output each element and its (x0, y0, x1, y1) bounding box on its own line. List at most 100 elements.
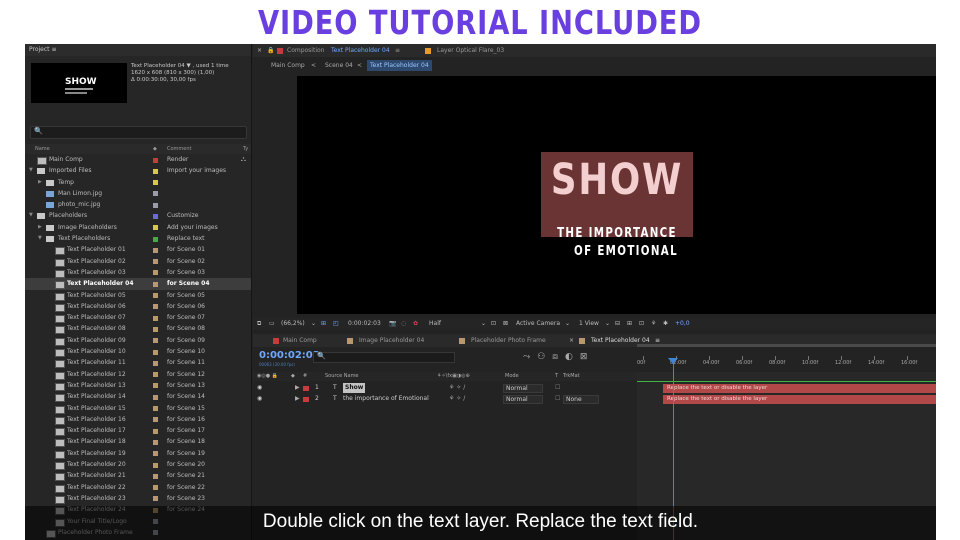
project-panel-title[interactable]: Project ≡ (25, 44, 251, 56)
transparency-icon[interactable]: ⊠ (503, 318, 508, 330)
project-item[interactable]: Text Placeholder 07 for Scene 07 (25, 312, 251, 324)
project-item[interactable]: Text Placeholder 23 for Scene 23 (25, 493, 251, 504)
column-source-name[interactable]: Source Name (325, 372, 359, 381)
twirl-open-icon[interactable]: ▼ (38, 233, 42, 244)
mask-icon[interactable]: ◰ (333, 318, 339, 330)
label-color-swatch[interactable] (153, 225, 158, 231)
layer-duration-bar[interactable]: Replace the text or disable the layer (663, 383, 936, 393)
preserve-transparency-checkbox[interactable]: ☐ (555, 394, 560, 404)
label-color-swatch[interactable] (153, 202, 158, 208)
timeline-tab[interactable]: Main Comp (283, 334, 317, 347)
visibility-eye-icon[interactable]: ◉ (257, 383, 262, 393)
label-color-swatch[interactable] (153, 406, 158, 412)
zoom-dropdown[interactable]: (66,2%) (281, 318, 305, 330)
label-color-swatch[interactable] (153, 168, 158, 174)
layer-label-color[interactable] (303, 396, 309, 402)
close-icon[interactable]: × (257, 44, 262, 57)
label-color-swatch[interactable] (153, 157, 158, 163)
breadcrumb-item-active[interactable]: Text Placeholder 04 (367, 60, 432, 71)
toggle-icon[interactable]: ⊟ (615, 318, 620, 330)
label-color-swatch[interactable] (153, 293, 158, 299)
preserve-transparency-checkbox[interactable]: ☐ (555, 383, 560, 393)
chevron-down-icon[interactable]: ⌄ (605, 318, 610, 330)
exposure-value[interactable]: +0,0 (675, 318, 690, 330)
label-color-swatch[interactable] (153, 247, 158, 253)
project-item[interactable]: ▼ Text Placeholders Replace text (25, 233, 251, 244)
graph-editor-icon[interactable]: ⊠ (580, 352, 595, 362)
label-color-swatch[interactable] (153, 236, 158, 242)
project-item[interactable]: Text Placeholder 18 for Scene 18 (25, 436, 251, 448)
label-color-swatch[interactable] (153, 462, 158, 468)
breadcrumb-item[interactable]: Scene 04 (325, 60, 353, 71)
grid-icon[interactable]: ⊞ (321, 318, 326, 330)
timeline-timecode[interactable]: 0:00:02:03 (259, 350, 320, 361)
column-mode[interactable]: Mode (505, 372, 519, 381)
project-item[interactable]: Text Placeholder 19 for Scene 19 (25, 448, 251, 459)
views-dropdown[interactable]: 1 View (579, 318, 599, 330)
label-color-swatch[interactable] (153, 180, 158, 186)
project-item[interactable]: Main Comp Render ⛬ (25, 154, 251, 165)
chevron-down-icon[interactable]: ⌄ (565, 318, 570, 330)
project-item[interactable]: Text Placeholder 12 for Scene 12 (25, 369, 251, 380)
layer-label-color[interactable] (303, 385, 309, 391)
label-color-swatch[interactable] (153, 360, 158, 366)
project-item[interactable]: Text Placeholder 02 for Scene 02 (25, 256, 251, 267)
panel-menu-icon[interactable]: ≡ (51, 46, 56, 53)
timeline-tab[interactable]: Placeholder Photo Frame (471, 334, 546, 347)
twirl-closed-icon[interactable]: ▶ (295, 383, 300, 393)
label-color-swatch[interactable] (153, 428, 158, 434)
label-color-swatch[interactable] (153, 259, 158, 265)
project-item[interactable]: Text Placeholder 10 for Scene 10 (25, 346, 251, 358)
chevron-down-icon[interactable]: ⌄ (311, 318, 316, 330)
project-item[interactable]: Text Placeholder 22 for Scene 22 (25, 482, 251, 493)
chevron-down-icon[interactable]: ⌄ (481, 318, 486, 330)
always-preview-icon[interactable]: ⧉ (257, 318, 261, 330)
resolution-dropdown[interactable]: Half (429, 318, 441, 330)
project-search-input[interactable]: 🔍 (30, 126, 247, 139)
label-color-swatch[interactable] (153, 496, 158, 502)
label-color-swatch[interactable] (153, 191, 158, 197)
canvas-subtitle-line1[interactable]: THE IMPORTANCE (550, 226, 684, 241)
column-type[interactable]: Ty (243, 144, 248, 154)
layer-duration-bar[interactable]: Replace the text or disable the layer (663, 394, 936, 404)
label-color-swatch[interactable] (153, 485, 158, 491)
project-item[interactable]: Text Placeholder 05 for Scene 05 (25, 290, 251, 301)
flowchart-icon[interactable]: ⛬ (241, 154, 246, 165)
tab-composition-prefix[interactable]: Composition (287, 44, 324, 57)
work-area-bar[interactable] (637, 344, 936, 347)
project-item[interactable]: Text Placeholder 17 for Scene 17 (25, 425, 251, 437)
visibility-eye-icon[interactable]: ◉ (257, 394, 262, 404)
viewer-timecode[interactable]: 0:00:02:03 (348, 318, 381, 330)
time-ruler[interactable]: 00f 02:00f 04:00f 06:00f 08:00f 10:00f 12:00f 1… (637, 350, 936, 370)
canvas-subtitle-line2[interactable]: OF EMOTIONAL (567, 244, 685, 259)
project-item[interactable]: Text Placeholder 20 for Scene 20 (25, 459, 251, 471)
twirl-open-icon[interactable]: ▼ (29, 210, 33, 221)
color-channel-icon[interactable]: ✿ (413, 318, 418, 330)
layer-name[interactable]: Show (343, 383, 366, 393)
camera-dropdown[interactable]: Active Camera (516, 318, 560, 330)
project-item[interactable]: ▼ Placeholders Customize (25, 210, 251, 221)
column-name[interactable]: Name (35, 144, 50, 154)
label-color-swatch[interactable] (153, 270, 158, 276)
project-item[interactable]: Text Placeholder 09 for Scene 09 (25, 335, 251, 346)
channel-icon[interactable]: ◌ (401, 318, 406, 330)
twirl-closed-icon[interactable]: ▶ (38, 222, 42, 233)
tab-menu-icon[interactable]: ≡ (395, 44, 400, 57)
project-item[interactable]: ▶ Image Placeholders Add your images (25, 222, 251, 233)
exposure-icon[interactable]: ✱ (663, 318, 668, 330)
av-switches-icon[interactable]: ◉◎● 🔒 (257, 372, 278, 381)
label-color-swatch[interactable] (153, 315, 158, 321)
label-color-swatch[interactable] (153, 304, 158, 310)
label-color-swatch[interactable] (153, 417, 158, 423)
layer-name[interactable]: the importance of Emotional (343, 394, 429, 404)
breadcrumb-item[interactable]: Main Comp (271, 60, 305, 71)
frame-blend-icon[interactable]: ⧈ (552, 352, 565, 362)
timeline-layer-row[interactable]: ◉ ▶ 1 T Show ⚘ ✧ / Normal ☐ (253, 383, 637, 393)
label-color-swatch[interactable] (153, 349, 158, 355)
label-color-swatch[interactable] (153, 281, 158, 287)
twirl-closed-icon[interactable]: ▶ (295, 394, 300, 404)
project-item[interactable]: Text Placeholder 15 for Scene 15 (25, 403, 251, 414)
label-column-icon[interactable]: ◆ (291, 372, 295, 381)
layer-switches[interactable]: ⚘ ✧ / (449, 383, 465, 393)
project-item[interactable]: Text Placeholder 16 for Scene 16 (25, 414, 251, 425)
